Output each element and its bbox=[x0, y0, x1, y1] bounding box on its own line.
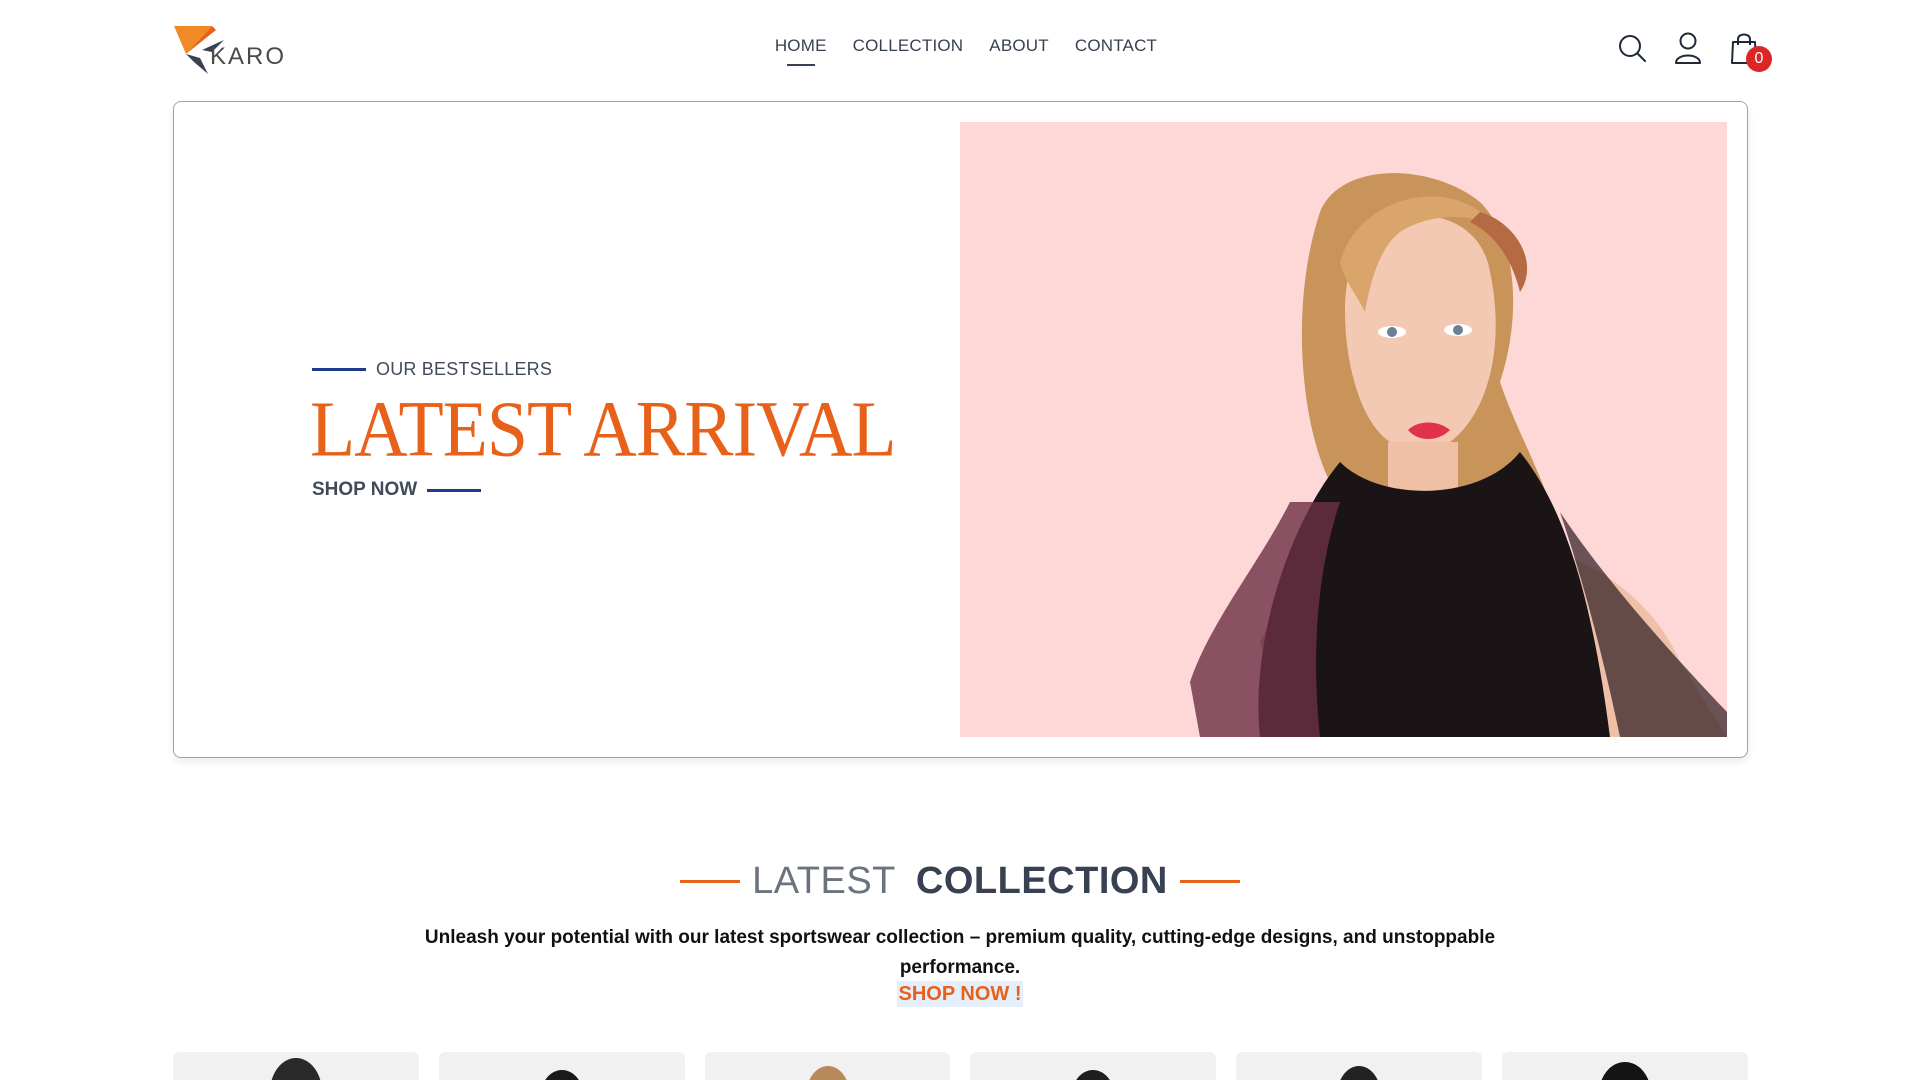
shop-now-line bbox=[427, 488, 482, 492]
nav-collection[interactable]: COLLECTION bbox=[853, 36, 964, 56]
product-grid bbox=[173, 1052, 1748, 1080]
product-thumbnail bbox=[1340, 1066, 1378, 1080]
product-thumbnail bbox=[544, 1070, 579, 1080]
product-card[interactable] bbox=[704, 1052, 951, 1080]
eyebrow-line bbox=[312, 368, 366, 371]
heading-light-text: LATEST bbox=[752, 860, 896, 902]
search-icon bbox=[1619, 35, 1646, 62]
hero-banner: OUR BESTSELLERS LATEST ARRIVAL SHOP NOW bbox=[173, 101, 1748, 758]
profile-button[interactable] bbox=[1672, 30, 1704, 66]
heading-right-bar bbox=[1179, 880, 1240, 883]
product-card[interactable] bbox=[1502, 1052, 1748, 1080]
product-thumbnail bbox=[1601, 1062, 1649, 1080]
product-thumbnail bbox=[271, 1058, 321, 1080]
hero-title: LATEST ARRIVAL bbox=[310, 385, 897, 474]
collection-shop-now-link[interactable]: SHOP NOW ! bbox=[896, 981, 1024, 1007]
nav-contact[interactable]: CONTACT bbox=[1075, 36, 1157, 56]
collection-shop-now-wrap: SHOP NOW ! bbox=[0, 981, 1920, 1007]
product-card[interactable] bbox=[970, 1052, 1217, 1080]
cart-count-badge: 0 bbox=[1746, 46, 1772, 72]
user-icon bbox=[1675, 32, 1701, 64]
nav-home[interactable]: HOME bbox=[775, 36, 827, 56]
hero-shop-now-label: SHOP NOW bbox=[312, 479, 418, 500]
hero-model-illustration bbox=[1190, 173, 1727, 737]
hero-image bbox=[960, 122, 1727, 737]
collection-description: Unleash your potential with our latest s… bbox=[424, 927, 1496, 978]
cart-button[interactable]: 0 bbox=[1728, 30, 1772, 72]
product-thumbnail bbox=[1076, 1070, 1111, 1080]
hero-eyebrow-text: OUR BESTSELLERS bbox=[376, 359, 553, 379]
product-thumbnail bbox=[808, 1066, 847, 1080]
product-card[interactable] bbox=[1236, 1052, 1483, 1080]
heading-left-bar bbox=[680, 880, 741, 883]
hero-eyebrow: OUR BESTSELLERS bbox=[312, 359, 552, 380]
product-card[interactable] bbox=[173, 1052, 419, 1080]
hero-shop-now-link[interactable]: SHOP NOW bbox=[312, 479, 482, 501]
hero-text-panel: OUR BESTSELLERS LATEST ARRIVAL SHOP NOW bbox=[174, 102, 960, 757]
heading-bold-text: COLLECTION bbox=[915, 860, 1168, 902]
product-card[interactable] bbox=[438, 1052, 685, 1080]
site-header: KARO HOME COLLECTION ABOUT CONTACT 0 bbox=[0, 0, 1920, 100]
nav-about[interactable]: ABOUT bbox=[989, 36, 1049, 56]
latest-collection-heading: LATEST COLLECTION bbox=[0, 860, 1920, 903]
header-actions: 0 bbox=[1616, 30, 1772, 72]
search-button[interactable] bbox=[1616, 30, 1648, 66]
